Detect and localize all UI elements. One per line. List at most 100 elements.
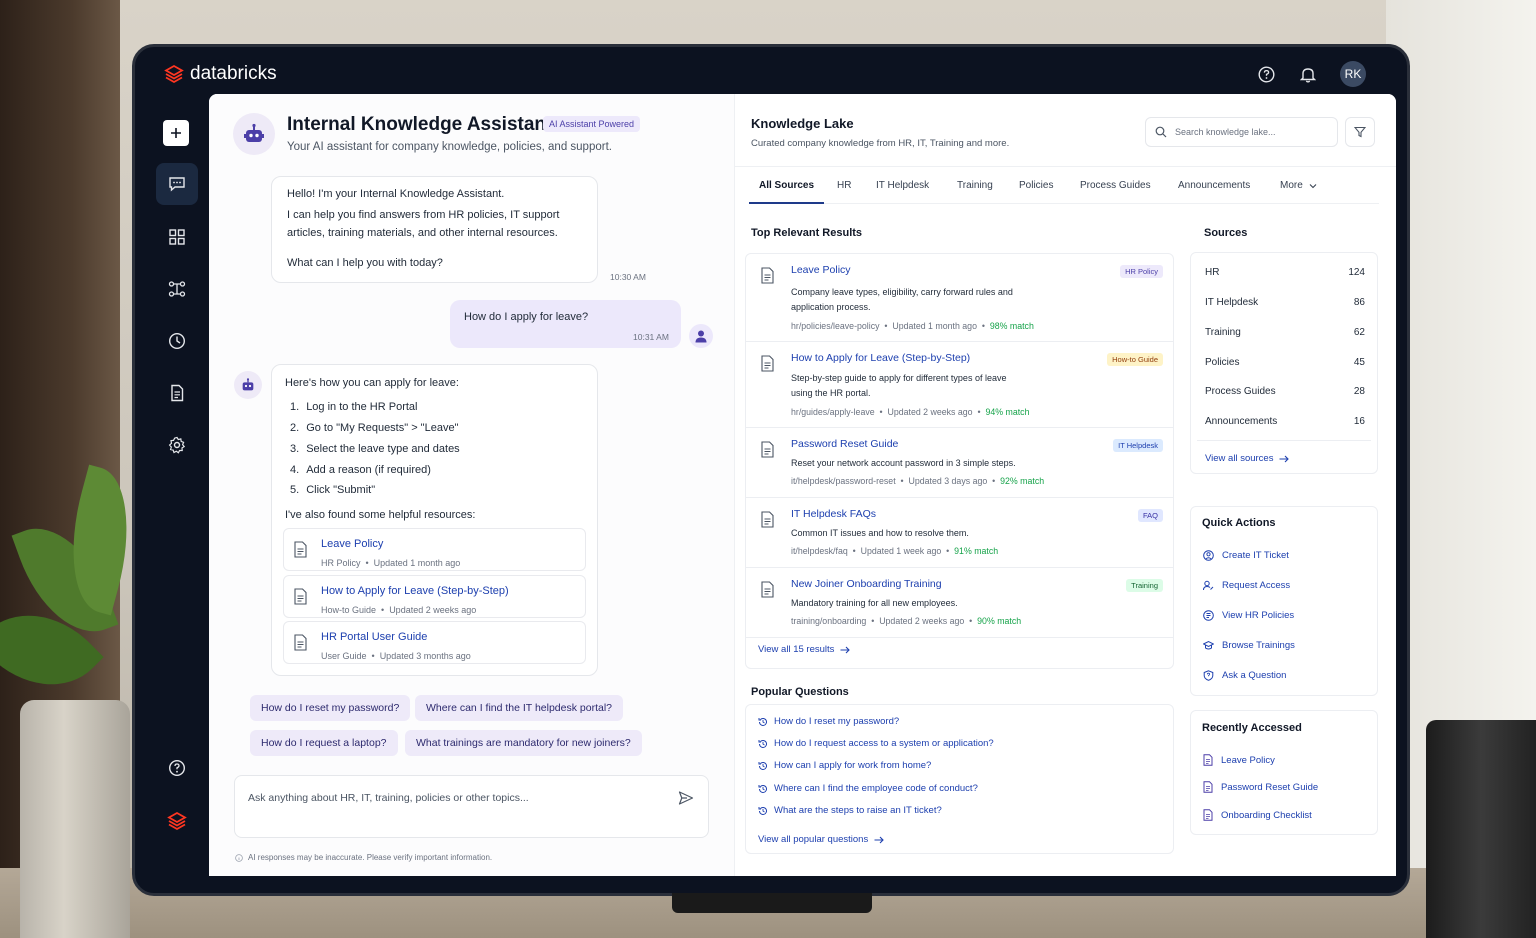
result-item[interactable]: Password Reset Guide Reset your network … (746, 428, 1173, 498)
quick-action-request-access[interactable]: Request Access (1203, 580, 1290, 591)
result-description: Step-by-step guide to apply for differen… (791, 373, 1007, 398)
popular-question[interactable]: What are the steps to raise an IT ticket… (758, 805, 942, 816)
resource-title[interactable]: How to Apply for Leave (Step-by-Step) (321, 582, 509, 600)
chat-title: Internal Knowledge Assistant (287, 114, 553, 135)
source-row[interactable]: HR 124 (1205, 267, 1365, 278)
tab-more[interactable]: More (1280, 180, 1317, 191)
result-item[interactable]: New Joiner Onboarding Training Mandatory… (746, 568, 1173, 638)
source-row[interactable]: Announcements 16 (1205, 416, 1365, 427)
popular-question[interactable]: How can I apply for work from home? (758, 760, 931, 771)
suggestion-chip[interactable]: How do I reset my password? (250, 695, 411, 721)
resource-card[interactable]: How to Apply for Leave (Step-by-Step) Ho… (283, 575, 586, 618)
monitor-stand (672, 893, 872, 913)
quick-action-create-ticket[interactable]: Create IT Ticket (1203, 550, 1289, 561)
view-all-sources-link[interactable]: View all sources (1205, 453, 1290, 464)
quick-action-ask-question[interactable]: Ask a Question (1203, 670, 1286, 681)
nav-history[interactable] (156, 320, 198, 362)
suggestion-chip[interactable]: Where can I find the IT helpdesk portal? (415, 695, 623, 721)
source-row[interactable]: IT Helpdesk 86 (1205, 297, 1365, 308)
tab-training[interactable]: Training (957, 180, 993, 191)
popular-question[interactable]: How do I request access to a system or a… (758, 738, 994, 749)
quick-action-browse-trainings[interactable]: Browse Trainings (1203, 640, 1295, 651)
nav-settings[interactable] (156, 424, 198, 466)
step-item: 2. Go to "My Requests" > "Leave" (290, 422, 459, 434)
tab-it-helpdesk[interactable]: IT Helpdesk (876, 180, 929, 191)
recent-item[interactable]: Leave Policy (1203, 754, 1275, 766)
view-all-popular-link[interactable]: View all popular questions (758, 834, 884, 845)
suggestion-chip[interactable]: How do I request a laptop? (250, 730, 398, 756)
arrow-right-icon (1279, 455, 1290, 462)
resource-title[interactable]: Leave Policy (321, 535, 383, 553)
result-title[interactable]: New Joiner Onboarding Training (791, 578, 942, 590)
chat-composer[interactable]: Ask anything about HR, IT, training, pol… (234, 775, 709, 838)
result-tag: How-to Guide (1107, 353, 1163, 366)
tab-announcements[interactable]: Announcements (1178, 180, 1250, 191)
plus-icon (171, 128, 181, 138)
recent-item[interactable]: Password Reset Guide (1203, 781, 1318, 793)
ai-powered-badge: AI Assistant Powered (543, 116, 641, 132)
user-message: How do I apply for leave? 10:31 AM (450, 300, 681, 348)
source-row[interactable]: Process Guides 28 (1205, 386, 1365, 397)
steps-list: 1. Log in to the HR Portal 2. Go to "My Re… (290, 398, 460, 501)
nav-documents[interactable] (156, 372, 198, 414)
result-title[interactable]: How to Apply for Leave (Step-by-Step) (791, 352, 970, 364)
nav-help[interactable] (156, 747, 198, 789)
tab-all-sources[interactable]: All Sources (759, 180, 814, 191)
resource-title[interactable]: HR Portal User Guide (321, 628, 427, 646)
resource-meta: User Guide • Updated 3 months ago (321, 651, 471, 661)
user-avatar[interactable]: RK (1340, 61, 1366, 87)
popular-heading: Popular Questions (751, 686, 849, 698)
brand-logo[interactable]: databricks (164, 63, 277, 85)
source-row[interactable]: Policies 45 (1205, 357, 1365, 368)
document-icon (294, 634, 307, 651)
history-icon (758, 717, 767, 726)
suggestion-chip[interactable]: What trainings are mandatory for new joi… (405, 730, 642, 756)
notifications-bell-icon[interactable] (1298, 64, 1318, 84)
result-item[interactable]: How to Apply for Leave (Step-by-Step) St… (746, 342, 1173, 428)
result-item[interactable]: Leave Policy Company leave types, eligib… (746, 254, 1173, 342)
info-icon (235, 853, 243, 862)
resource-card[interactable]: Leave Policy HR Policy • Updated 1 month… (283, 528, 586, 571)
new-chat-button[interactable] (163, 120, 189, 146)
result-title[interactable]: IT Helpdesk FAQs (791, 508, 876, 520)
nav-workflows[interactable] (156, 268, 198, 310)
chat-icon (169, 177, 185, 192)
tab-policies[interactable]: Policies (1019, 180, 1053, 191)
view-all-results-link[interactable]: View all 15 results (758, 644, 851, 655)
popular-question[interactable]: How do I reset my password? (758, 716, 899, 727)
databricks-logo-icon (164, 64, 184, 84)
help-icon[interactable] (1256, 64, 1276, 84)
result-title[interactable]: Leave Policy (791, 264, 851, 276)
nav-databricks-home[interactable] (156, 800, 198, 842)
robot-icon (244, 123, 264, 142)
result-title[interactable]: Password Reset Guide (791, 438, 898, 450)
knowledge-search-input[interactable]: Search knowledge lake... (1145, 117, 1338, 147)
nav-dashboard[interactable] (156, 216, 198, 258)
results-heading: Top Relevant Results (751, 227, 863, 239)
history-icon (758, 761, 767, 770)
step-item: 1. Log in to the HR Portal (290, 401, 418, 413)
history-icon (758, 784, 767, 793)
source-row[interactable]: Training 62 (1205, 327, 1365, 338)
document-icon (761, 355, 774, 372)
resource-card[interactable]: HR Portal User Guide User Guide • Update… (283, 621, 586, 664)
assistant-greeting-message: Hello! I'm your Internal Knowledge Assis… (271, 176, 598, 283)
recent-item[interactable]: Onboarding Checklist (1203, 809, 1312, 821)
result-item[interactable]: IT Helpdesk FAQs Common IT issues and ho… (746, 498, 1173, 568)
search-placeholder: Search knowledge lake... (1175, 127, 1276, 137)
plant-pot (20, 700, 130, 938)
gear-icon (168, 436, 186, 454)
nav-chat[interactable] (156, 163, 198, 205)
chat-input[interactable]: Ask anything about HR, IT, training, pol… (248, 792, 529, 804)
quick-actions-card: Quick Actions Create IT Ticket Request A… (1190, 506, 1378, 696)
grid-icon (169, 229, 185, 245)
popular-question[interactable]: Where can I find the employee code of co… (758, 783, 978, 794)
tab-process-guides[interactable]: Process Guides (1080, 180, 1151, 191)
document-icon (1203, 809, 1213, 821)
result-tag: FAQ (1137, 509, 1163, 522)
send-icon[interactable] (678, 790, 694, 806)
app-header: databricks RK (148, 56, 1398, 92)
tab-hr[interactable]: HR (837, 180, 851, 191)
filter-button[interactable] (1345, 117, 1375, 147)
quick-action-view-hr-policies[interactable]: View HR Policies (1203, 610, 1294, 621)
